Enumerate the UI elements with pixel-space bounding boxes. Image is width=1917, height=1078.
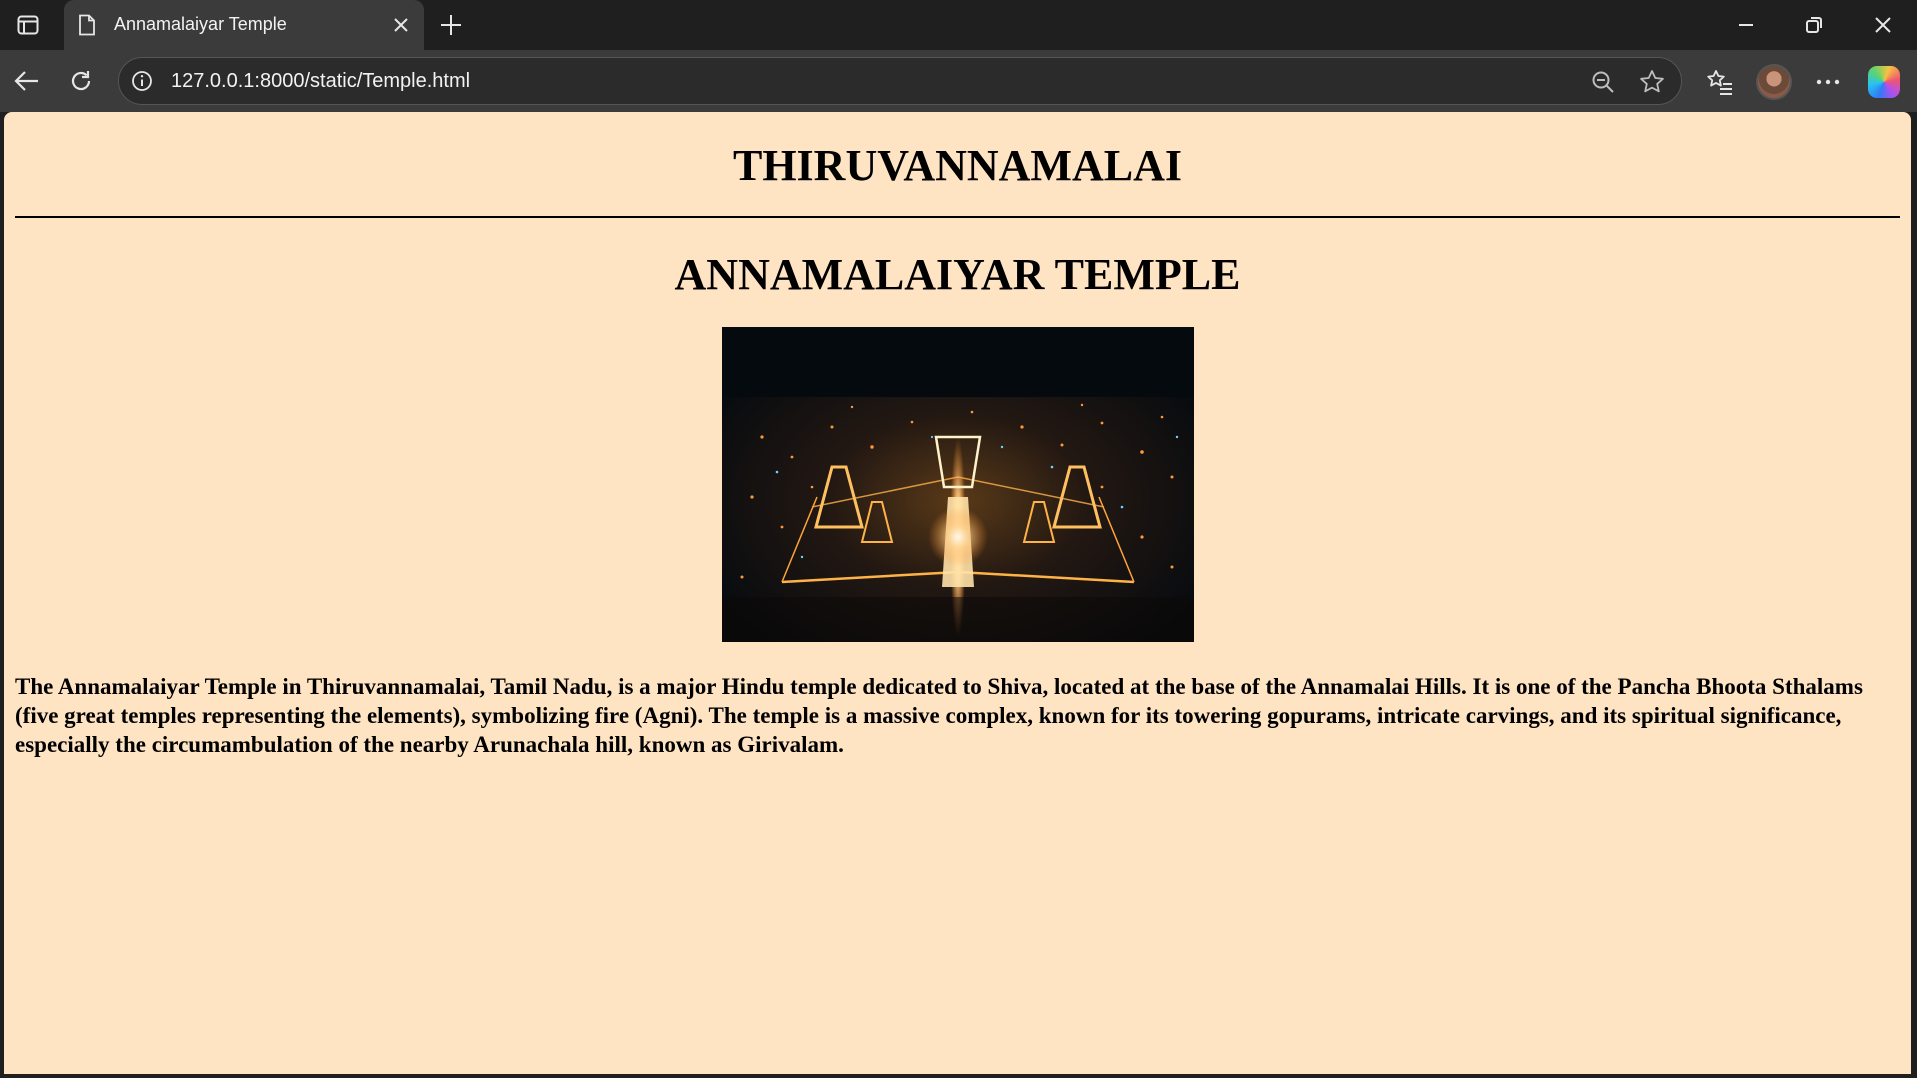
zoom-out-icon[interactable] (1589, 68, 1617, 96)
copilot-icon[interactable] (1864, 62, 1904, 102)
copilot-logo[interactable] (1868, 66, 1900, 98)
close-window-icon[interactable] (1855, 8, 1911, 42)
star-icon[interactable] (1637, 67, 1667, 97)
tab-bar: Annamalaiyar Temple (0, 0, 1917, 52)
temple-description: The Annamalaiyar Temple in Thiruvannamal… (15, 674, 1863, 757)
page-title: THIRUVANNAMALAI (732, 141, 1182, 190)
toolbar: 127.0.0.1:8000/static/Temple.html (0, 50, 1917, 112)
browser-window: Annamalaiyar Temple 127.0.0.1:8000/stati… (0, 0, 1917, 1078)
minimize-icon[interactable] (1718, 8, 1774, 42)
favorites-list-icon[interactable] (1700, 62, 1740, 102)
divider (15, 216, 1900, 218)
tab-close-icon[interactable] (388, 12, 414, 38)
address-bar[interactable]: 127.0.0.1:8000/static/Temple.html (118, 57, 1682, 105)
more-icon[interactable] (1808, 62, 1848, 102)
back-arrow-icon[interactable] (8, 62, 46, 100)
tab-title: Annamalaiyar Temple (114, 14, 287, 34)
profile-avatar[interactable] (1754, 62, 1794, 102)
section-title: ANNAMALAIYAR TEMPLE (674, 250, 1241, 299)
reload-icon[interactable] (62, 62, 100, 100)
url-text[interactable]: 127.0.0.1:8000/static/Temple.html (171, 70, 470, 93)
tab-active[interactable]: Annamalaiyar Temple (64, 0, 424, 52)
new-tab-plus-icon[interactable] (436, 10, 466, 40)
temple-night-photo (722, 327, 1194, 642)
info-icon[interactable] (131, 70, 155, 94)
page-viewport: THIRUVANNAMALAI ANNAMALAIYAR TEMPLE The … (4, 112, 1911, 1074)
tab-actions-icon[interactable] (14, 12, 42, 38)
restore-icon[interactable] (1786, 8, 1842, 42)
avatar[interactable] (1756, 64, 1792, 100)
page-icon (78, 14, 98, 38)
